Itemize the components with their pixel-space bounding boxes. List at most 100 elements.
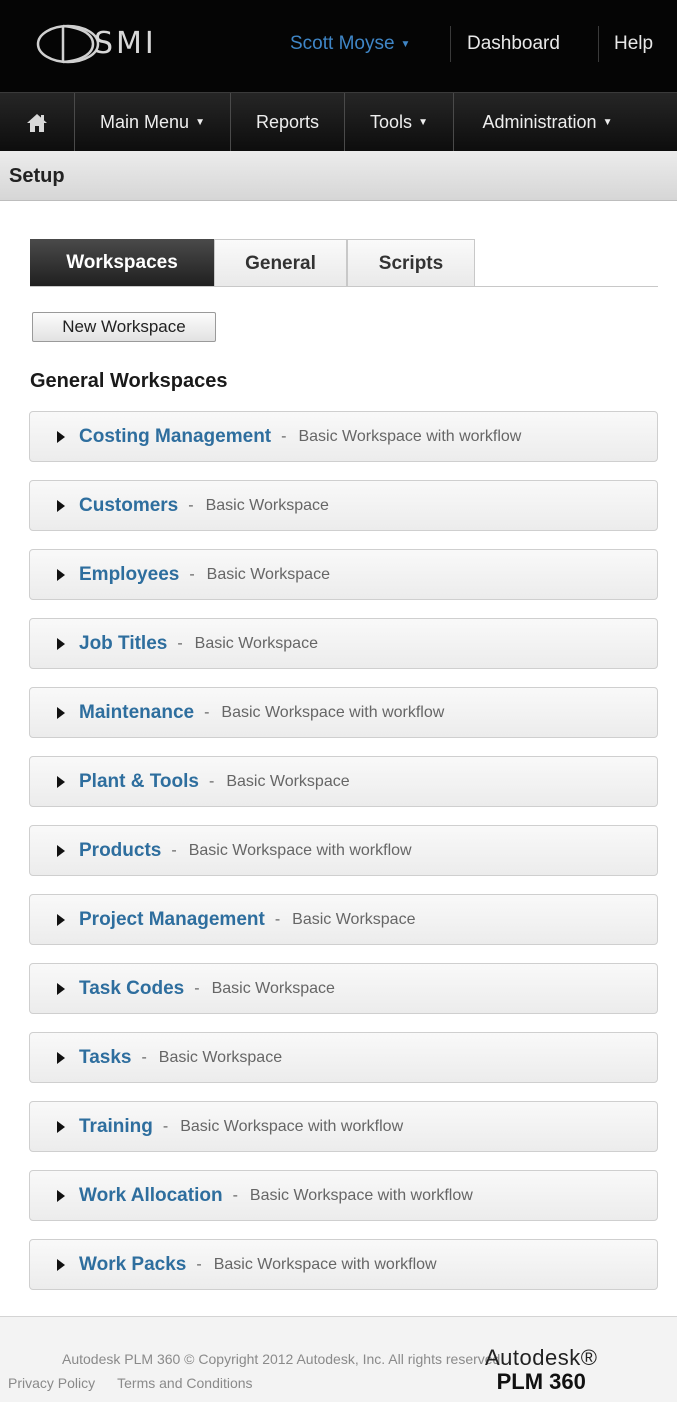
workspace-name[interactable]: Products [79, 840, 161, 862]
workspace-description: Basic Workspace with workflow [213, 1255, 437, 1273]
expand-arrow-icon[interactable] [57, 982, 65, 995]
workspace-row[interactable]: Task Codes - Basic Workspace [29, 963, 658, 1014]
separator: - [204, 703, 210, 721]
brand-product: PLM 360 [496, 1369, 586, 1394]
tab-workspaces[interactable]: Workspaces [30, 239, 214, 287]
workspace-description: Basic Workspace with workflow [188, 841, 412, 859]
workspace-row[interactable]: Plant & Tools - Basic Workspace [29, 756, 658, 807]
expand-arrow-icon[interactable] [57, 844, 65, 857]
expand-arrow-icon[interactable] [57, 637, 65, 650]
main-nav: Main Menu ▼ Reports Tools ▼ Administration… [0, 92, 677, 152]
tab-label: Scripts [378, 252, 444, 274]
workspace-name[interactable]: Customers [79, 495, 178, 517]
workspace-description: Basic Workspace with workflow [221, 703, 445, 721]
tab-general[interactable]: General [214, 239, 347, 287]
workspace-row[interactable]: Job Titles - Basic Workspace [29, 618, 658, 669]
workspace-row[interactable]: Employees - Basic Workspace [29, 549, 658, 600]
separator: - [196, 1255, 202, 1273]
chevron-down-icon: ▼ [418, 117, 428, 128]
expand-arrow-icon[interactable] [57, 1051, 65, 1064]
separator: - [232, 1186, 238, 1204]
workspace-description: Basic Workspace [211, 979, 335, 997]
workspace-row[interactable]: Customers - Basic Workspace [29, 480, 658, 531]
home-button[interactable] [0, 93, 75, 152]
workspace-name[interactable]: Task Codes [79, 978, 184, 1000]
user-name: Scott Moyse [290, 33, 395, 54]
workspace-name[interactable]: Work Allocation [79, 1185, 223, 1207]
workspace-row[interactable]: Work Allocation - Basic Workspace with w… [29, 1170, 658, 1221]
nav-main-menu[interactable]: Main Menu ▼ [75, 93, 231, 152]
workspace-row[interactable]: Products - Basic Workspace with workflow [29, 825, 658, 876]
nav-tools[interactable]: Tools ▼ [345, 93, 454, 152]
separator: - [189, 565, 195, 583]
workspace-row[interactable]: Work Packs - Basic Workspace with workfl… [29, 1239, 658, 1290]
expand-arrow-icon[interactable] [57, 430, 65, 443]
expand-arrow-icon[interactable] [57, 706, 65, 719]
divider [450, 26, 451, 62]
expand-arrow-icon[interactable] [57, 775, 65, 788]
terms-link[interactable]: Terms and Conditions [117, 1375, 252, 1391]
separator: - [194, 979, 200, 997]
workspace-row[interactable]: Tasks - Basic Workspace [29, 1032, 658, 1083]
workspace-list: Costing Management - Basic Workspace wit… [29, 411, 658, 1308]
workspace-name[interactable]: Employees [79, 564, 179, 586]
autodesk-plm-logo: Autodesk® PLM 360 [485, 1345, 597, 1395]
separator: - [281, 427, 287, 445]
workspace-description: Basic Workspace [194, 634, 318, 652]
new-workspace-button[interactable]: New Workspace [32, 312, 216, 342]
nav-reports-label: Reports [255, 112, 320, 132]
workspace-description: Basic Workspace [226, 772, 350, 790]
separator: - [162, 1117, 169, 1135]
workspace-name[interactable]: Tasks [79, 1047, 131, 1069]
separator: - [177, 634, 183, 652]
chevron-down-icon: ▼ [400, 38, 411, 50]
expand-arrow-icon[interactable] [57, 1120, 65, 1133]
separator: - [141, 1048, 147, 1066]
expand-arrow-icon[interactable] [57, 568, 65, 581]
user-menu[interactable]: Scott Moyse ▼ [290, 33, 410, 55]
chevron-down-icon: ▼ [195, 117, 205, 128]
expand-arrow-icon[interactable] [57, 1189, 65, 1202]
page-title-bar: Setup [0, 151, 677, 201]
expand-arrow-icon[interactable] [57, 913, 65, 926]
brand-name: Autodesk® [485, 1345, 598, 1370]
workspace-description: Basic Workspace [205, 496, 329, 514]
workspace-name[interactable]: Maintenance [79, 702, 194, 724]
chevron-down-icon: ▼ [602, 117, 613, 128]
workspace-description: Basic Workspace with workflow [180, 1117, 404, 1135]
workspace-name[interactable]: Project Management [79, 909, 265, 931]
home-icon [27, 113, 47, 132]
nav-main-menu-label: Main Menu [100, 112, 190, 132]
workspace-row[interactable]: Project Management - Basic Workspace [29, 894, 658, 945]
copyright-text: Autodesk PLM 360 © Copyright 2012 Autode… [62, 1351, 505, 1367]
expand-arrow-icon[interactable] [57, 1258, 65, 1271]
privacy-policy-link[interactable]: Privacy Policy [8, 1375, 95, 1391]
separator: - [274, 910, 281, 928]
workspace-name[interactable]: Training [79, 1116, 153, 1138]
workspace-row[interactable]: Maintenance - Basic Workspace with workf… [29, 687, 658, 738]
nav-tools-label: Tools [370, 112, 413, 132]
workspace-row[interactable]: Costing Management - Basic Workspace wit… [29, 411, 658, 462]
top-header: SMI Scott Moyse ▼ Dashboard Help [0, 0, 677, 92]
workspace-name[interactable]: Job Titles [79, 633, 167, 655]
nav-administration-label: Administration [482, 112, 597, 132]
workspace-name[interactable]: Work Packs [79, 1254, 186, 1276]
nav-reports[interactable]: Reports [231, 93, 345, 152]
divider [598, 26, 599, 62]
tab-scripts[interactable]: Scripts [347, 239, 475, 287]
workspace-name[interactable]: Plant & Tools [79, 771, 199, 793]
nav-administration[interactable]: Administration ▼ [454, 93, 641, 152]
expand-arrow-icon[interactable] [57, 499, 65, 512]
page-title: Setup [9, 165, 65, 187]
tab-label: General [245, 252, 316, 274]
workspace-description: Basic Workspace [292, 910, 416, 928]
dashboard-link[interactable]: Dashboard [467, 33, 560, 55]
footer-links: Privacy Policy Terms and Conditions [8, 1375, 253, 1391]
page-footer: Autodesk PLM 360 © Copyright 2012 Autode… [0, 1316, 677, 1402]
help-link[interactable]: Help [614, 33, 653, 55]
workspace-row[interactable]: Training - Basic Workspace with workflow [29, 1101, 658, 1152]
separator: - [208, 772, 215, 790]
logo-text: SMI [94, 26, 157, 61]
workspace-name[interactable]: Costing Management [79, 426, 271, 448]
workspace-description: Basic Workspace with workflow [298, 427, 522, 445]
